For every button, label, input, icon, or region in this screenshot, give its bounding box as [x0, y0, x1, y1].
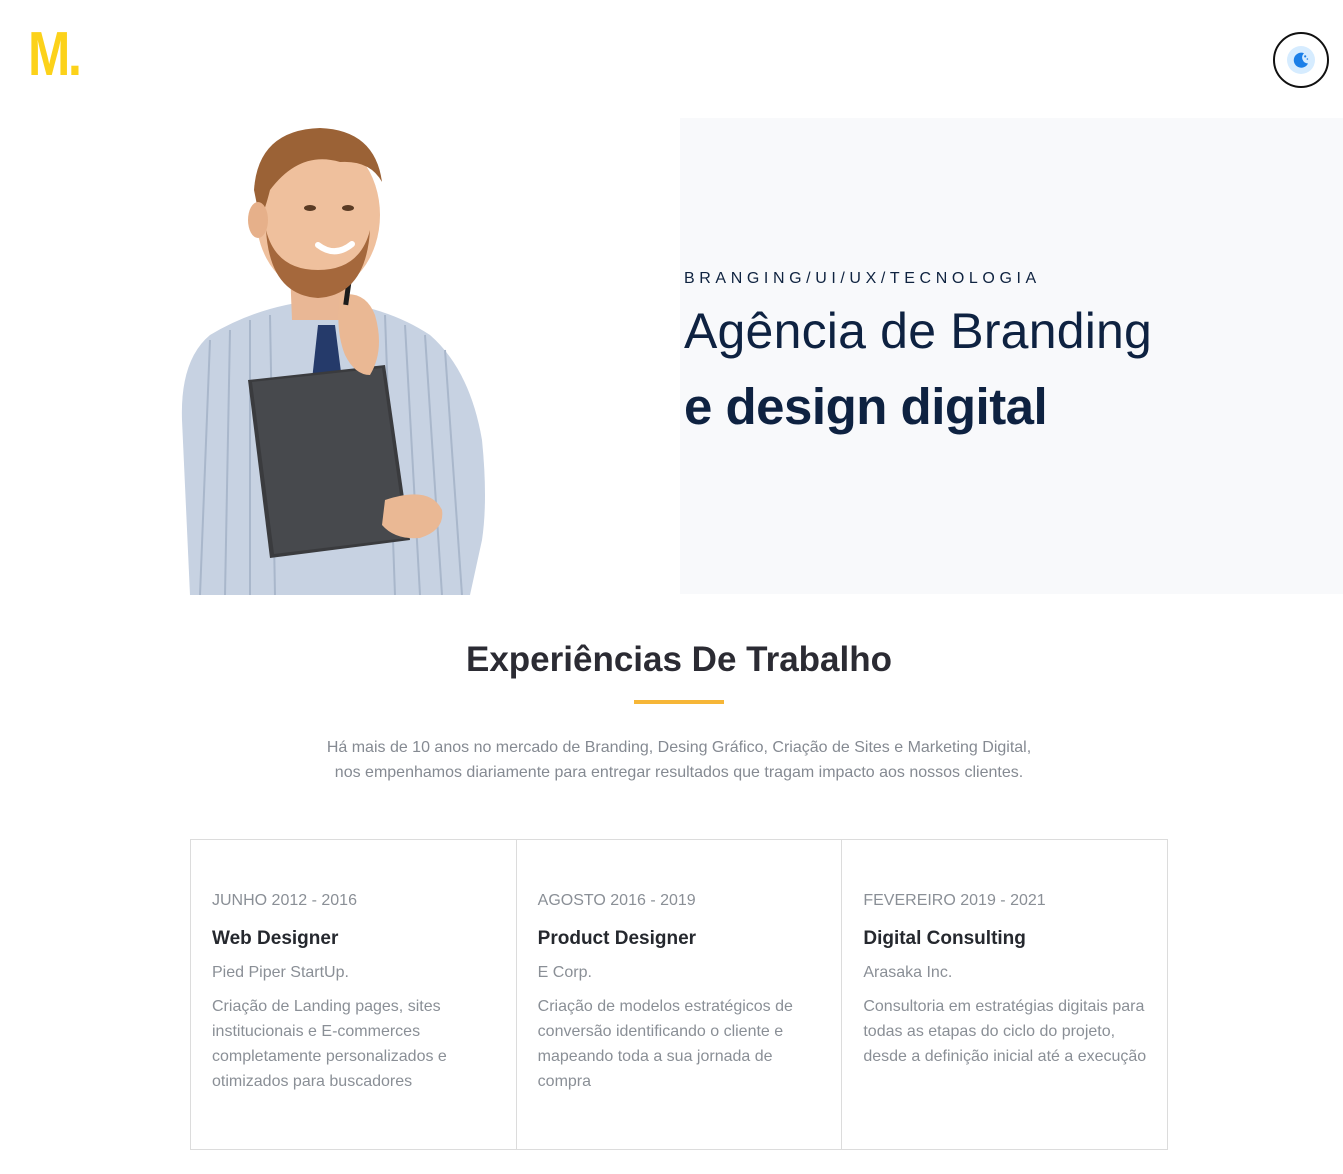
section-intro: Há mais de 10 anos no mercado de Brandin… — [326, 739, 1032, 781]
card-company: Arasaka Inc. — [863, 964, 953, 981]
card-role: Digital Consulting — [863, 928, 1026, 949]
experience-card: JUNHO 2012 - 2016 Web Designer Pied Pipe… — [190, 839, 517, 1150]
hero-title-line2: e design digital — [684, 378, 1048, 435]
logo[interactable]: M. — [28, 24, 82, 86]
theme-toggle-button[interactable] — [1273, 32, 1329, 88]
hero-tagline: BRANGING/UI/UX/TECNOLOGIA — [684, 270, 1041, 287]
card-role: Web Designer — [212, 928, 339, 949]
section-title: Experiências De Trabalho — [465, 640, 892, 679]
card-period: FEVEREIRO 2019 - 2021 — [863, 892, 1046, 909]
experience-card: FEVEREIRO 2019 - 2021 Digital Consulting… — [841, 839, 1169, 1150]
experience-card: AGOSTO 2016 - 2019 Product Designer E Co… — [515, 839, 843, 1150]
page: M. BRANGING/UI/UX/TECNOLOGIA Agência de … — [0, 0, 1343, 1174]
card-period: AGOSTO 2016 - 2019 — [537, 892, 696, 909]
moon-icon — [1287, 46, 1315, 74]
card-description: Criação de Landing pages, sites instituc… — [212, 998, 447, 1090]
card-description: Consultoria em estratégias digitais para… — [863, 998, 1147, 1065]
card-company: E Corp. — [537, 964, 592, 981]
card-description: Criação de modelos estratégicos de conve… — [537, 998, 793, 1090]
card-role: Product Designer — [537, 928, 697, 949]
hero-title-line1: Agência de Branding — [684, 303, 1153, 359]
card-company: Pied Piper StartUp. — [212, 964, 349, 981]
card-period: JUNHO 2012 - 2016 — [212, 892, 357, 909]
section-title-underline — [634, 700, 724, 704]
experience-cards: JUNHO 2012 - 2016 Web Designer Pied Pipe… — [190, 839, 1169, 1150]
man-holding-folder-photo — [170, 120, 500, 595]
